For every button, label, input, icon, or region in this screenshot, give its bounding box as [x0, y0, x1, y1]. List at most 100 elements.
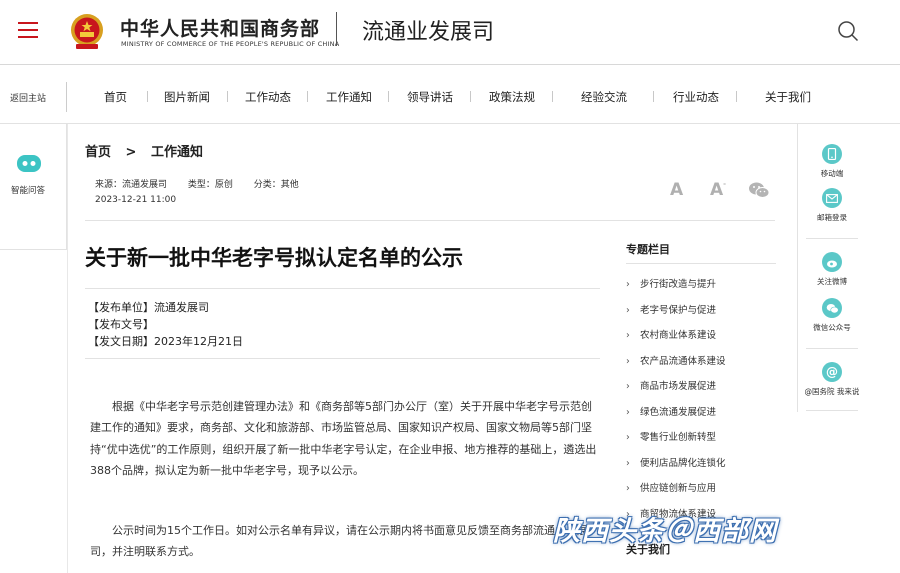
- menu-icon[interactable]: [18, 22, 38, 38]
- meta-type: 类型：原创: [187, 180, 233, 190]
- info-doc-number: 【发布文号】: [88, 318, 154, 331]
- mail-icon: [822, 188, 842, 208]
- main-nav: 返回主站 首页 图片新闻 工作动态 工作通知 领导讲话 政策法规 经验交流 行业…: [0, 66, 900, 124]
- font-decrease-button[interactable]: A-: [710, 180, 726, 200]
- right-panel-separator: [806, 410, 858, 411]
- breadcrumb: 首页 > 工作通知: [85, 141, 203, 160]
- info-pub-date: 【发文日期】2023年12月21日: [88, 335, 243, 348]
- sidebar-item-label: 绿色流通发展促进: [640, 407, 717, 418]
- mobile-icon: [822, 144, 842, 164]
- nav-separator: [388, 91, 389, 102]
- sidebar-item[interactable]: › 便利店品牌化连锁化: [626, 455, 726, 469]
- weibo-label: 关注微博: [817, 277, 847, 286]
- nav-separator: [307, 91, 308, 102]
- right-panel-separator: [806, 238, 858, 239]
- nav-divider: [66, 82, 67, 112]
- wechat-account-label: 微信公众号: [813, 323, 851, 332]
- sidebar-item[interactable]: › 零售行业创新转型: [626, 429, 716, 443]
- meta-date: 2023-12-21 11:00: [95, 195, 177, 205]
- nav-item-experience[interactable]: 经验交流: [581, 89, 627, 105]
- article-meta: 来源：流通发展司 类型：原创 分类：其他: [95, 177, 317, 190]
- chevron-right-icon: ›: [626, 407, 630, 418]
- left-rule: [67, 124, 68, 573]
- breadcrumb-current[interactable]: 工作通知: [151, 145, 203, 160]
- mail-label: 邮箱登录: [817, 213, 847, 222]
- nav-item-home[interactable]: 首页: [104, 89, 127, 105]
- info-publisher: 【发布单位】流通发展司: [88, 301, 209, 314]
- chevron-right-icon: ›: [626, 483, 630, 494]
- nav-separator: [470, 91, 471, 102]
- wechat-share-icon[interactable]: [748, 181, 770, 199]
- watermark: 陕西头条＠西部网: [553, 516, 777, 547]
- org-name-en: MINISTRY OF COMMERCE OF THE PEOPLE'S REP…: [121, 40, 340, 48]
- sidebar-item[interactable]: › 步行街改造与提升: [626, 276, 716, 290]
- breadcrumb-home[interactable]: 首页: [85, 145, 111, 160]
- chevron-right-icon: ›: [626, 279, 630, 290]
- title-rule: [85, 288, 600, 289]
- sidebar-item[interactable]: › 老字号保护与促进: [626, 302, 716, 316]
- sidebar-item[interactable]: › 农产品流通体系建设: [626, 353, 726, 367]
- sidebar-item-label: 老字号保护与促进: [640, 305, 717, 316]
- sidebar-item[interactable]: › 供应链创新与应用: [626, 480, 716, 494]
- chevron-right-icon: ›: [626, 330, 630, 341]
- nav-separator: [653, 91, 654, 102]
- sidebar-item-label: 供应链创新与应用: [640, 483, 717, 494]
- sidebar-item-label: 农产品流通体系建设: [640, 356, 726, 367]
- sidebar-item[interactable]: › 绿色流通发展促进: [626, 404, 716, 418]
- search-icon[interactable]: [837, 20, 859, 42]
- back-home-link[interactable]: 返回主站: [10, 91, 46, 104]
- state-council-link[interactable]: @ @国务院 我来说: [798, 362, 866, 397]
- nav-item-work-notices[interactable]: 工作通知: [326, 89, 372, 105]
- nav-item-policies[interactable]: 政策法规: [489, 89, 535, 105]
- nav-separator: [147, 91, 148, 102]
- site-header: 中华人民共和国商务部 MINISTRY OF COMMERCE OF THE P…: [0, 0, 900, 65]
- chevron-right-icon: ›: [626, 381, 630, 392]
- font-decrease-letter: A: [710, 180, 724, 200]
- meta-category: 分类：其他: [253, 180, 299, 190]
- weibo-icon: [822, 252, 842, 272]
- info-rule: [85, 358, 600, 359]
- nav-item-photo-news[interactable]: 图片新闻: [164, 89, 210, 105]
- sidebar-item-label: 商品市场发展促进: [640, 381, 717, 392]
- weibo-link[interactable]: 关注微博: [798, 252, 866, 287]
- national-emblem-icon: [71, 14, 103, 49]
- nav-separator: [552, 91, 553, 102]
- nav-item-work-updates[interactable]: 工作动态: [245, 89, 291, 105]
- right-panel-separator: [806, 348, 858, 349]
- chevron-right-icon: ›: [626, 305, 630, 316]
- nav-item-leader-speeches[interactable]: 领导讲话: [407, 89, 453, 105]
- right-side-panel: 移动端 邮箱登录 关注微博 微信公众号 @ @国务院 我来说: [797, 124, 865, 412]
- at-icon: @: [822, 362, 842, 382]
- meta-source: 来源：流通发展司: [95, 180, 168, 190]
- article-paragraph-1: 根据《中华老字号示范创建管理办法》和《商务部等5部门办公厅（室）关于开展中华老字…: [90, 400, 597, 477]
- font-increase-button[interactable]: A: [670, 180, 683, 200]
- article-title: 关于新一批中华老字号拟认定名单的公示: [85, 246, 463, 270]
- sidebar-item-label: 农村商业体系建设: [640, 330, 717, 341]
- mail-login-link[interactable]: 邮箱登录: [798, 188, 866, 223]
- font-decrease-sup: -: [723, 180, 727, 188]
- chevron-right-icon: ›: [626, 432, 630, 443]
- smart-qa-panel[interactable]: 智能问答: [0, 124, 67, 250]
- wechat-account-link[interactable]: 微信公众号: [798, 298, 866, 333]
- sidebar-rule: [626, 263, 776, 264]
- state-council-label: @国务院 我来说: [804, 387, 860, 396]
- article-paragraph-2: 公示时间为15个工作日。如对公示名单有异议，请在公示期内将书面意见反馈至商务部流…: [90, 524, 588, 559]
- mobile-link[interactable]: 移动端: [798, 144, 866, 179]
- department-name[interactable]: 流通业发展司: [362, 14, 494, 46]
- chevron-right-icon: ›: [626, 458, 630, 469]
- header-divider: [336, 12, 337, 46]
- breadcrumb-separator: >: [125, 145, 137, 160]
- smart-qa-label: 智能问答: [11, 186, 46, 196]
- chevron-right-icon: ›: [626, 356, 630, 367]
- robot-chat-icon: [17, 155, 41, 172]
- sidebar-item-label: 步行街改造与提升: [640, 279, 717, 290]
- org-name-cn: 中华人民共和国商务部: [120, 18, 321, 40]
- sidebar-item[interactable]: › 农村商业体系建设: [626, 327, 716, 341]
- nav-item-about-us[interactable]: 关于我们: [765, 89, 811, 105]
- meta-rule: [85, 220, 775, 221]
- nav-separator: [736, 91, 737, 102]
- wechat-account-icon: [822, 298, 842, 318]
- nav-item-industry-news[interactable]: 行业动态: [673, 89, 719, 105]
- sidebar-item[interactable]: › 商品市场发展促进: [626, 378, 716, 392]
- sidebar-item-label: 零售行业创新转型: [640, 432, 717, 443]
